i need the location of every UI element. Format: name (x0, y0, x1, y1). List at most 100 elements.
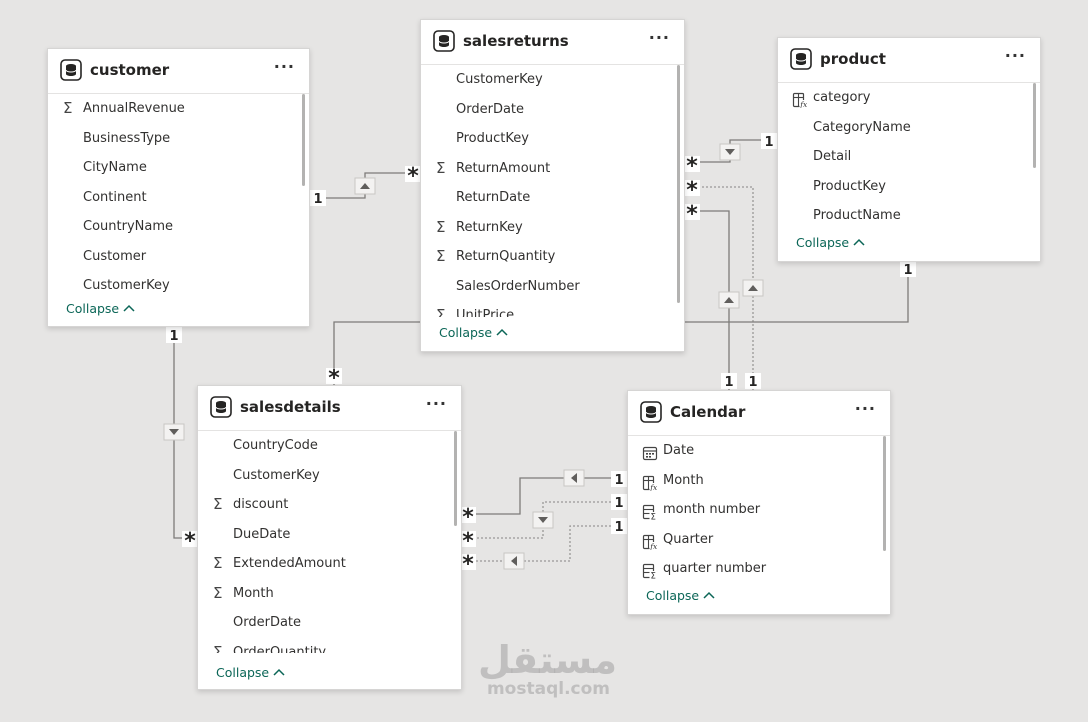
field-item[interactable]: fx Month (628, 466, 890, 496)
table-header[interactable]: product ··· (778, 38, 1040, 83)
sigma-icon: Σ (436, 158, 446, 177)
table-icon (60, 59, 82, 81)
field-item[interactable]: Σ ReturnQuantity (421, 242, 684, 272)
field-item[interactable]: Customer (48, 242, 309, 272)
sigma-icon: Σ (213, 554, 223, 572)
calculated-column-icon: fx (642, 532, 658, 551)
field-label: Month (233, 585, 274, 601)
field-item[interactable]: OrderDate (421, 95, 684, 125)
cardinality-one-label: 1 (748, 375, 757, 390)
watermark: مستقل mostaql.com (478, 640, 617, 698)
field-item[interactable]: DueDate (198, 520, 461, 550)
field-item[interactable]: Σdiscount (198, 490, 461, 520)
field-item[interactable]: OrderDate (198, 608, 461, 638)
collapse-button[interactable]: Collapse (439, 323, 509, 343)
field-item[interactable]: fx category (778, 83, 1040, 113)
field-list[interactable]: Date fx Month Σmonth number fx Quarter Σquarte… (628, 436, 890, 582)
field-label: OrderDate (233, 615, 302, 630)
table-header[interactable]: salesreturns ··· (421, 20, 684, 65)
more-options-icon[interactable]: ··· (1005, 46, 1026, 65)
calculated-column-icon: fx (642, 473, 658, 492)
field-label: ReturnAmount (456, 160, 551, 176)
field-list[interactable]: CustomerKey OrderDate ProductKey Σ ReturnAmo… (421, 65, 684, 317)
field-item[interactable]: Σ ReturnKey (421, 213, 684, 243)
field-item[interactable]: Σ ExtendedAmount (198, 549, 461, 579)
cardinality-one-label: 1 (614, 520, 623, 535)
svg-text:fx: fx (799, 100, 808, 108)
table-header[interactable]: customer ··· (48, 49, 309, 94)
collapse-button[interactable]: Collapse (66, 299, 136, 319)
field-list[interactable]: CountryCode CustomerKey Σdiscount DueDate Σ E… (198, 431, 461, 653)
field-label: ReturnKey (456, 219, 523, 235)
field-item[interactable]: Σquarter number (628, 554, 890, 582)
field-list[interactable]: fx category CategoryName Detail ProductKey Pr… (778, 83, 1040, 229)
collapse-button[interactable]: Collapse (216, 663, 286, 683)
field-item[interactable]: Σ AnnualRevenue (48, 94, 309, 124)
field-item[interactable]: SalesOrderNumber (421, 272, 684, 302)
field-item[interactable]: ReturnDate (421, 183, 684, 213)
cardinality-one-label: 1 (724, 375, 733, 390)
scrollbar[interactable] (1033, 83, 1036, 168)
more-options-icon[interactable]: ··· (649, 28, 670, 47)
relationship-line[interactable] (460, 477, 627, 515)
field-label: CityName (83, 160, 147, 175)
field-item[interactable]: Σ OrderQuantity (198, 638, 461, 654)
table-title: salesreturns (463, 32, 569, 50)
cardinality-one-label: 1 (614, 496, 623, 511)
table-icon (433, 30, 455, 52)
table-card-product[interactable]: product ··· fx category CategoryName Detail… (777, 37, 1041, 262)
field-item[interactable]: CustomerKey (198, 461, 461, 491)
field-item[interactable]: Σ ReturnAmount (421, 154, 684, 184)
field-label: ProductKey (456, 131, 529, 146)
scrollbar[interactable] (302, 94, 305, 186)
field-item[interactable]: Continent (48, 183, 309, 213)
table-header[interactable]: Calendar ··· (628, 391, 890, 436)
field-item[interactable]: CustomerKey (421, 65, 684, 95)
field-item[interactable]: CityName (48, 153, 309, 183)
field-item[interactable]: CustomerKey (48, 271, 309, 294)
field-item[interactable]: Detail (778, 142, 1040, 172)
table-header[interactable]: salesdetails ··· (198, 386, 461, 431)
model-canvas[interactable]: 1 * 1 * * * 1 1 1 * 1 * 1 1 1 * * * customer ··· Σ AnnualR… (0, 0, 1088, 722)
table-card-calendar[interactable]: Calendar ··· Date fx Month Σmonth number fx Q… (627, 390, 891, 615)
field-item[interactable]: Σmonth number (628, 495, 890, 525)
field-item[interactable]: CategoryName (778, 113, 1040, 143)
field-item[interactable]: CountryName (48, 212, 309, 242)
cardinality-many-label: * (462, 505, 474, 530)
field-item[interactable]: ProductName (778, 201, 1040, 229)
field-item[interactable]: CountryCode (198, 431, 461, 461)
more-options-icon[interactable]: ··· (274, 57, 295, 76)
svg-text:fx: fx (649, 542, 658, 550)
table-card-customer[interactable]: customer ··· Σ AnnualRevenue BusinessType C… (47, 48, 310, 327)
table-card-salesdetails[interactable]: salesdetails ··· CountryCode CustomerKey Σ… (197, 385, 462, 690)
field-label: ReturnQuantity (456, 249, 556, 264)
cardinality-many-label: * (462, 552, 474, 577)
field-item[interactable]: fx Quarter (628, 525, 890, 555)
cardinality-many-label: * (686, 202, 698, 227)
collapse-label: Collapse (439, 325, 493, 340)
field-item[interactable]: Σ Month (198, 579, 461, 609)
cardinality-one-label: 1 (614, 473, 623, 488)
field-list[interactable]: Σ AnnualRevenue BusinessType CityName Contin… (48, 94, 309, 294)
more-options-icon[interactable]: ··· (855, 399, 876, 418)
field-label: Quarter (663, 531, 714, 547)
table-card-salesreturns[interactable]: salesreturns ··· CustomerKey OrderDate Pro… (420, 19, 685, 352)
field-item[interactable]: ProductKey (421, 124, 684, 154)
field-label: CategoryName (813, 119, 911, 135)
collapse-button[interactable]: Collapse (646, 586, 716, 606)
more-options-icon[interactable]: ··· (426, 394, 447, 413)
field-label: Customer (83, 248, 147, 264)
field-item[interactable]: Σ UnitPrice (421, 301, 684, 317)
field-item[interactable]: Date (628, 436, 890, 466)
collapse-button[interactable]: Collapse (796, 233, 866, 253)
field-item[interactable]: ProductKey (778, 172, 1040, 202)
scrollbar[interactable] (883, 436, 886, 551)
scrollbar[interactable] (677, 65, 680, 303)
table-title: salesdetails (240, 398, 341, 416)
svg-text:Σ: Σ (651, 513, 656, 521)
field-item[interactable]: BusinessType (48, 124, 309, 154)
field-label: AnnualRevenue (83, 101, 185, 116)
cardinality-many-label: * (462, 529, 474, 554)
scrollbar[interactable] (454, 431, 457, 526)
sigma-icon: Σ (436, 306, 446, 317)
